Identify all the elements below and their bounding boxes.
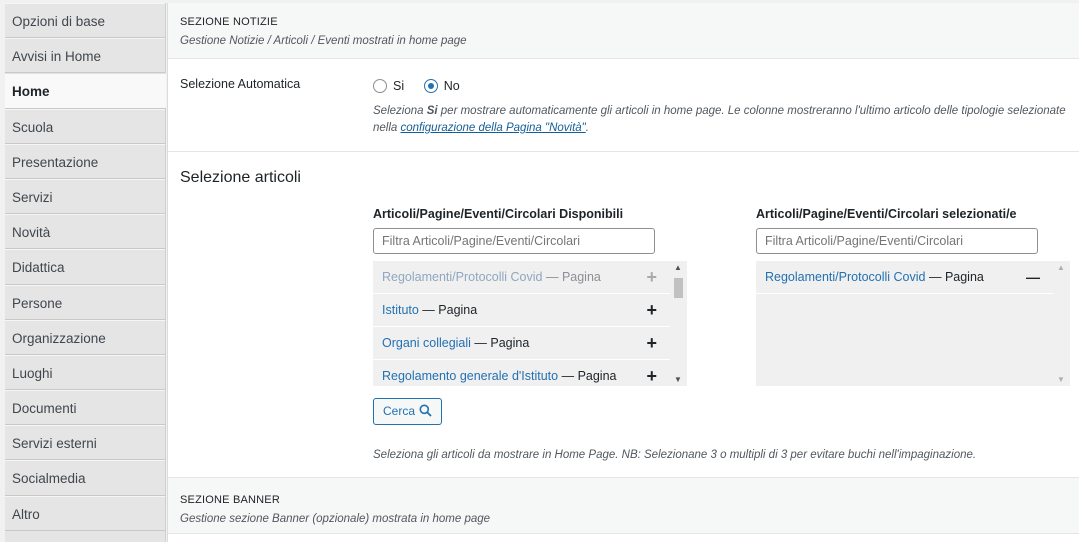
selected-list-scrollbar[interactable]: ▲ ▼ [1053,261,1070,386]
scroll-down-icon[interactable]: ▼ [674,375,682,384]
item-title: Regolamenti/Protocolli Covid [765,270,926,284]
item-title: Istituto [382,303,419,317]
item-type: — Pagina [542,270,601,284]
list-item[interactable]: Organi collegiali — Pagina + [373,327,687,360]
news-section-description: Gestione Notizie / Articoli / Eventi mos… [180,35,467,47]
article-selection-help: Seleziona gli articoli da mostrare in Ho… [373,449,977,461]
news-section-header: SEZIONE NOTIZIE Gestione Notizie / Artic… [168,3,1079,59]
radio-si[interactable] [373,78,387,93]
article-selection-title: Selezione articoli [180,169,301,186]
sidebar-item-documenti[interactable]: Documenti [5,390,165,426]
item-type: — Pagina [558,369,617,383]
sidebar-item-socialmedia[interactable]: Socialmedia [5,460,165,496]
sidebar-item-servizi-esterni[interactable]: Servizi esterni [5,425,165,461]
list-item[interactable]: Regolamento generale d'Istituto — Pagina… [373,360,687,386]
novita-config-link[interactable]: configurazione della Pagina "Novità" [401,122,586,134]
section-divider [168,151,1079,152]
sidebar-item-home[interactable]: Home [5,73,166,109]
sidebar-item-scuola[interactable]: Scuola [5,108,165,144]
sidebar-item-altro[interactable]: Altro [5,495,165,531]
radio-no-label[interactable]: No [444,79,460,93]
auto-selection-help: Seleziona Si per mostrare automaticament… [373,103,1073,137]
banner-section-header: SEZIONE BANNER Gestione sezione Banner (… [168,477,1079,534]
auto-selection-radio-group: Si No [373,77,476,93]
sidebar-item-luoghi[interactable]: Luoghi [5,354,165,391]
scroll-up-icon[interactable]: ▲ [1057,263,1065,272]
scroll-up-icon[interactable]: ▲ [674,263,682,272]
banner-section-title: SEZIONE BANNER [180,494,280,506]
sidebar-item-avvisi-in-home[interactable]: Avvisi in Home [5,38,165,74]
sidebar-item-novita[interactable]: Novità [5,214,165,250]
radio-no[interactable] [423,78,438,93]
sidebar-item-didattica[interactable]: Didattica [5,249,165,285]
add-icon[interactable]: + [646,360,657,386]
item-title: Organi collegiali [382,336,471,350]
selected-items-list: Regolamenti/Protocolli Covid — Pagina — … [756,261,1070,386]
help-text-pre: Seleziona [373,105,427,117]
sidebar-item-servizi[interactable]: Servizi [5,178,165,215]
sidebar-item-opzioni-di-base[interactable]: Opzioni di base [5,3,165,39]
settings-sidebar: Opzioni di base Avvisi in Home Home Scuo… [5,3,166,542]
help-text-end: . [585,122,589,134]
available-items-list: Regolamenti/Protocolli Covid — Pagina + … [373,261,687,386]
item-title: Regolamento generale d'Istituto [382,369,559,383]
available-filter-input[interactable] [373,228,655,254]
item-type: — Pagina [418,303,478,317]
available-column-title: Articoli/Pagine/Eventi/Circolari Disponi… [373,207,624,221]
add-icon[interactable]: + [646,327,657,360]
sidebar-item-presentazione[interactable]: Presentazione [5,143,165,179]
scrollbar-thumb[interactable] [674,278,683,298]
add-icon[interactable]: + [646,294,657,327]
list-item: Regolamenti/Protocolli Covid — Pagina + [373,261,687,294]
add-icon: + [646,267,657,287]
list-item[interactable]: Regolamenti/Protocolli Covid — Pagina — [756,261,1070,294]
available-list-scrollbar[interactable]: ▲ ▼ [670,261,687,386]
sidebar-item-persone[interactable]: Persone [5,284,165,320]
search-button[interactable]: Cerca [373,398,443,425]
item-type: — Pagina [470,336,530,350]
remove-icon[interactable]: — [1026,261,1040,294]
news-section-title: SEZIONE NOTIZIE [180,16,278,28]
help-text-bold: Si [426,105,438,117]
scroll-down-icon[interactable]: ▼ [1057,375,1065,384]
settings-panel: SEZIONE NOTIZIE Gestione Notizie / Artic… [167,3,1079,542]
selected-column-title: Articoli/Pagine/Eventi/Circolari selezio… [756,207,1017,221]
radio-si-label[interactable]: Si [393,79,404,93]
item-type: — Pagina [925,270,984,284]
search-icon [419,404,432,417]
list-item[interactable]: Istituto — Pagina + [373,294,687,327]
sidebar-item-organizzazione[interactable]: Organizzazione [5,319,165,355]
selected-filter-input[interactable] [756,228,1038,254]
auto-selection-label: Selezione Automatica [180,77,301,91]
search-button-label: Cerca [383,404,416,418]
banner-section-description: Gestione sezione Banner (opzionale) most… [180,513,491,525]
item-title: Regolamenti/Protocolli Covid [382,270,543,284]
